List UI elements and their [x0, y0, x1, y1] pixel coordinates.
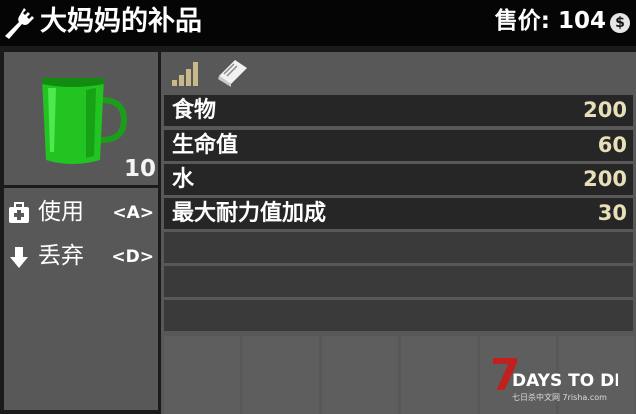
- stat-row: 生命值 60: [164, 130, 633, 161]
- stat-row: 水 200: [164, 164, 633, 195]
- arrow-down-icon: [10, 247, 28, 268]
- stat-label: 最大耐力值加成: [172, 201, 327, 226]
- empty-stat-row: [164, 300, 633, 331]
- stat-value: 60: [597, 133, 627, 157]
- green-mug-icon: [42, 78, 128, 164]
- coin-icon: $: [610, 13, 630, 33]
- logo-text: DAYS TO DIE: [512, 371, 618, 391]
- stat-value: 200: [583, 98, 627, 122]
- use-label: 使用: [38, 199, 84, 225]
- drop-action[interactable]: 丢弃 <D>: [4, 236, 158, 276]
- first-aid-icon: [9, 202, 29, 223]
- fork-icon: [5, 8, 34, 39]
- drop-key-hint: <D>: [111, 247, 154, 267]
- stat-label: 水: [172, 167, 195, 192]
- logo-subtext: 七日杀中文网 7risha.com: [512, 392, 607, 402]
- empty-stat-row: [164, 266, 633, 297]
- stat-value: 200: [583, 167, 627, 191]
- mod-slot[interactable]: [243, 336, 319, 414]
- item-quantity: 10: [123, 156, 156, 182]
- mod-slot[interactable]: [401, 336, 477, 414]
- use-key-hint: <A>: [112, 203, 154, 223]
- stat-label: 生命值: [172, 133, 239, 158]
- item-header: 大妈妈的补品 售价: 104 $: [0, 0, 636, 46]
- stat-row: 食物 200: [164, 95, 633, 126]
- mod-slot[interactable]: [322, 336, 398, 414]
- stat-value: 30: [597, 201, 627, 225]
- action-panel: 使用 <A> 丢弃 <D>: [4, 188, 158, 410]
- mod-slot[interactable]: [164, 336, 240, 414]
- stat-label: 食物: [172, 98, 217, 123]
- stat-icon-bar: [161, 52, 636, 92]
- game-logo: 7 DAYS TO DIE 七日杀中文网 7risha.com: [490, 350, 618, 402]
- empty-stat-row: [164, 232, 633, 263]
- item-title: 大妈妈的补品: [40, 6, 202, 37]
- drop-label: 丢弃: [38, 243, 84, 269]
- quality-bars-icon: [172, 62, 198, 86]
- sell-price: 售价: 104: [494, 8, 606, 34]
- use-action[interactable]: 使用 <A>: [4, 192, 158, 232]
- item-preview: 10: [4, 52, 158, 185]
- recipe-book-icon: [218, 60, 247, 87]
- stat-row: 最大耐力值加成 30: [164, 198, 633, 229]
